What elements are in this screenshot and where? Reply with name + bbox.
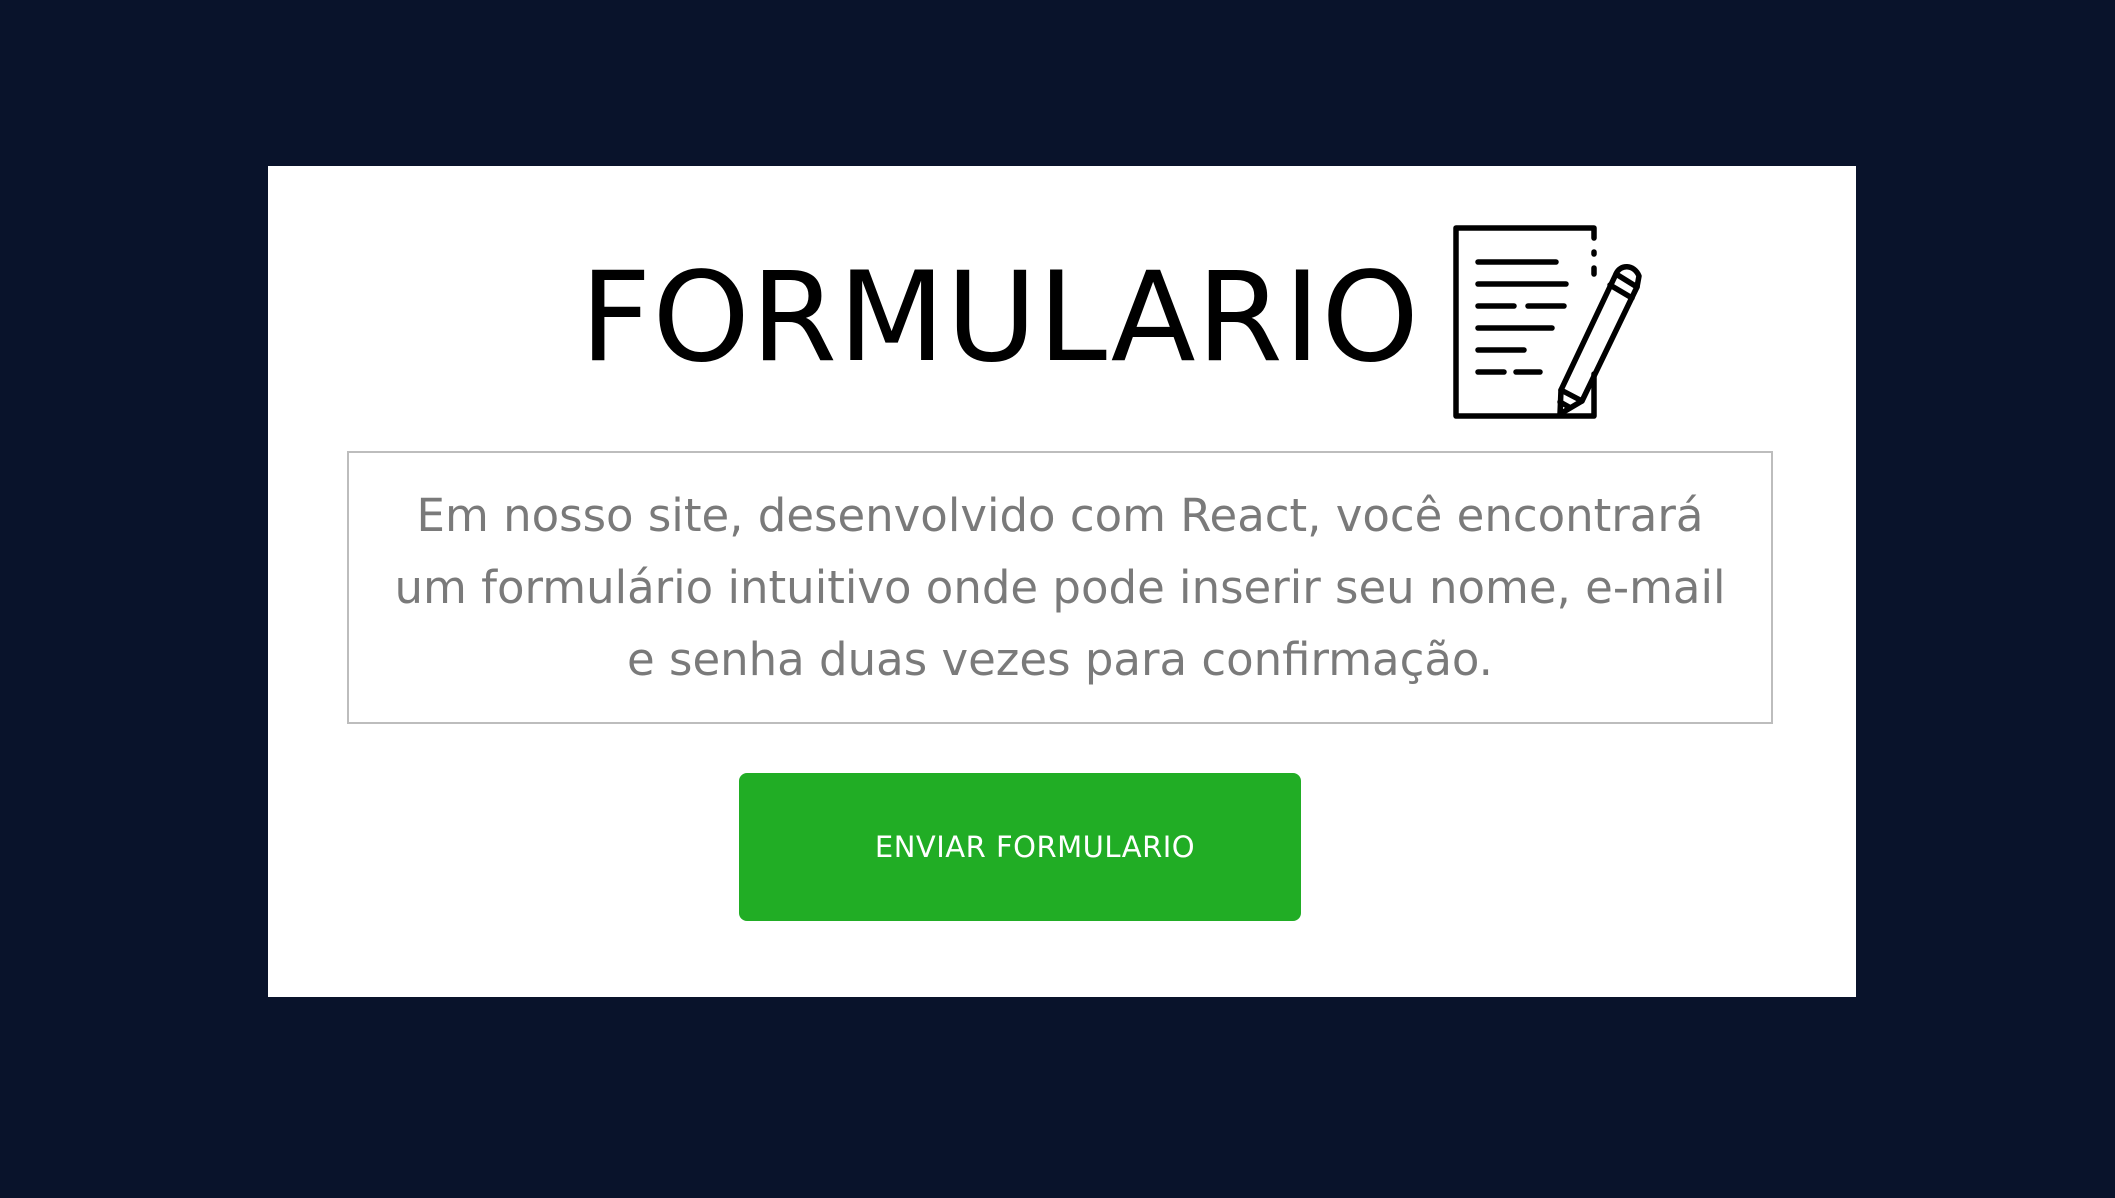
submit-form-button[interactable]: ENVIAR FORMULARIO: [739, 773, 1301, 921]
page-title: FORMULARIO: [580, 246, 1420, 390]
description-text: Em nosso site, desenvolvido com React, v…: [394, 488, 1726, 686]
form-card: FORMULARIO Em nosso site, desenvolvido c…: [268, 166, 1856, 997]
document-pencil-icon: [1444, 224, 1644, 424]
description-box: Em nosso site, desenvolvido com React, v…: [347, 451, 1773, 724]
